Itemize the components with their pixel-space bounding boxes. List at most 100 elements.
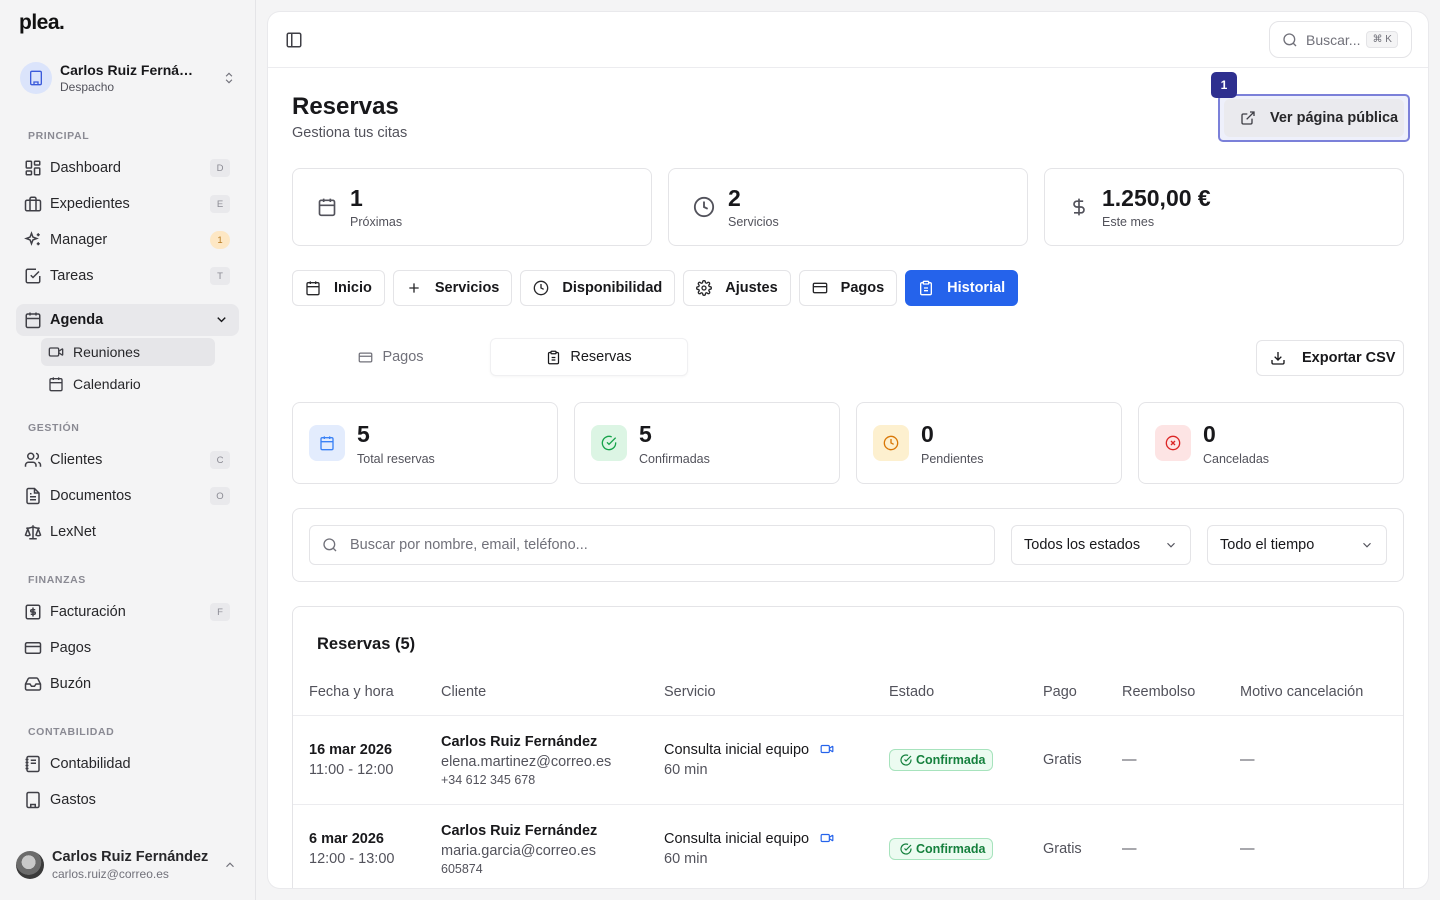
kpi-canceladas: 0 Canceladas [1138, 402, 1404, 484]
check-circle-icon [900, 843, 912, 855]
sidebar-item-manager[interactable]: Manager 1 [16, 224, 239, 256]
status-badge: Confirmada [889, 749, 994, 771]
tab-disponibilidad[interactable]: Disponibilidad [520, 270, 676, 306]
booking-date: 16 mar 2026 [309, 742, 393, 758]
divider [293, 715, 1403, 716]
clipboard-list-icon [546, 350, 561, 365]
export-csv-button[interactable]: Exportar CSV [1256, 340, 1404, 376]
sidebar-item-documentos[interactable]: Documentos O [16, 480, 239, 512]
column-header: Fecha y hora [309, 684, 394, 700]
sidebar-item-label: Expedientes [50, 196, 130, 212]
cancel-reason-cell: — [1240, 841, 1255, 857]
tab-inicio[interactable]: Inicio [292, 270, 385, 306]
stat-card-proximas: 1 Próximas [292, 168, 652, 246]
search-icon [322, 537, 338, 553]
sidebar-item-facturacion[interactable]: Facturación F [16, 596, 239, 628]
scale-icon [24, 523, 42, 541]
check-square-icon [24, 267, 42, 285]
status-filter-select[interactable]: Todos los estados [1011, 525, 1191, 565]
cancel-reason-cell: — [1240, 752, 1255, 768]
shortcut-key: C [210, 451, 230, 469]
bookings-table-card: Reservas (5) Fecha y hora Cliente Servic… [292, 606, 1404, 888]
client-cell: Carlos Ruiz Fernández maria.garcia@corre… [441, 823, 597, 876]
topbar: Buscar... ⌘ K [268, 12, 1428, 68]
sidebar-toggle-icon[interactable] [285, 31, 303, 49]
sidebar-item-pagos[interactable]: Pagos [16, 632, 239, 664]
sidebar-item-lexnet[interactable]: LexNet [16, 516, 239, 548]
chevron-down-icon [1164, 538, 1178, 552]
calendar-icon [305, 280, 321, 296]
sidebar-item-contabilidad[interactable]: Contabilidad [16, 748, 239, 780]
sidebar-item-buzon[interactable]: Buzón [16, 668, 239, 700]
avatar [16, 851, 44, 879]
sidebar-item-clientes[interactable]: Clientes C [16, 444, 239, 476]
segment-pagos[interactable]: Pagos [292, 338, 490, 376]
sidebar-item-expedientes[interactable]: Expedientes E [16, 188, 239, 220]
tab-historial[interactable]: Historial [905, 270, 1019, 306]
status-label: Confirmada [916, 842, 986, 856]
stat-value: 1.250,00 € [1102, 185, 1211, 211]
section-principal: PRINCIPAL [28, 130, 90, 142]
column-header: Reembolso [1122, 684, 1196, 700]
sidebar-item-tareas[interactable]: Tareas T [16, 260, 239, 292]
inbox-icon [24, 675, 42, 693]
public-page-button[interactable]: Ver página pública [1224, 99, 1404, 137]
sidebar-item-gastos[interactable]: Gastos [16, 784, 239, 816]
download-icon [1270, 350, 1286, 366]
sidebar-item-agenda[interactable]: Agenda [16, 304, 239, 336]
sidebar-item-dashboard[interactable]: Dashboard D [16, 152, 239, 184]
calendar-days-icon [24, 311, 42, 329]
chevron-down-icon [1360, 538, 1374, 552]
layout-dashboard-icon [24, 159, 42, 177]
search-placeholder: Buscar... [1306, 31, 1361, 48]
sidebar-item-label: Documentos [50, 488, 132, 504]
page-title: Reservas [292, 93, 399, 120]
sidebar-item-label: Manager [50, 232, 108, 248]
stat-label: Servicios [728, 215, 779, 229]
plus-icon [406, 280, 422, 296]
sidebar-item-label: Dashboard [50, 160, 121, 176]
kpi-value: 0 [921, 420, 934, 447]
user-menu[interactable]: Carlos Ruiz Fernández carlos.ruiz@correo… [0, 830, 255, 900]
kpi-confirmadas: 5 Confirmadas [574, 402, 840, 484]
bookings-search-input[interactable]: Buscar por nombre, email, teléfono... [309, 525, 995, 565]
shortcut-key: F [210, 603, 230, 621]
main-panel: Buscar... ⌘ K Reservas Gestiona tus cita… [268, 12, 1428, 888]
sidebar-item-label: Reuniones [73, 344, 140, 360]
public-page-label: Ver página pública [1270, 110, 1399, 126]
column-header: Servicio [664, 684, 716, 700]
tab-label: Historial [947, 280, 1006, 296]
client-name: Carlos Ruiz Fernández [441, 823, 598, 839]
file-text-icon [24, 487, 42, 505]
segment-reservas[interactable]: Reservas [490, 338, 688, 376]
calendar-icon [317, 197, 337, 217]
sidebar-item-label: Calendario [73, 376, 141, 392]
building-icon [20, 62, 52, 94]
service-duration: 60 min [664, 762, 708, 778]
gear-icon [696, 280, 713, 296]
sidebar-item-calendario[interactable]: Calendario [41, 370, 215, 398]
org-switcher[interactable]: Carlos Ruiz Fernán… Despacho [20, 60, 240, 96]
user-email: carlos.ruiz@correo.es [52, 867, 169, 881]
building-icon [24, 791, 42, 809]
sidebar-item-label: Gastos [50, 792, 96, 808]
tab-pagos[interactable]: Pagos [798, 270, 898, 306]
history-segmented-control: Pagos Reservas [292, 338, 688, 376]
kpi-value: 5 [357, 420, 370, 447]
booking-time: 12:00 - 13:00 [309, 851, 395, 867]
video-icon [819, 742, 835, 756]
tab-label: Pagos [840, 280, 885, 296]
payment-cell: Gratis [1043, 752, 1082, 768]
tab-servicios[interactable]: Servicios [392, 270, 513, 306]
service-cell: Consulta inicial equipo 60 min [664, 742, 835, 778]
segment-label: Pagos [382, 349, 424, 365]
app-logo[interactable]: plea. [19, 11, 65, 35]
sidebar-item-reuniones[interactable]: Reuniones [41, 338, 215, 366]
stat-value: 2 [728, 185, 741, 211]
page-subtitle: Gestiona tus citas [292, 125, 408, 141]
org-type: Despacho [60, 80, 115, 94]
global-search[interactable]: Buscar... ⌘ K [1269, 21, 1412, 58]
tab-ajustes[interactable]: Ajustes [683, 270, 791, 306]
period-filter-select[interactable]: Todo el tiempo [1207, 525, 1387, 565]
notification-badge: 1 [210, 231, 230, 249]
